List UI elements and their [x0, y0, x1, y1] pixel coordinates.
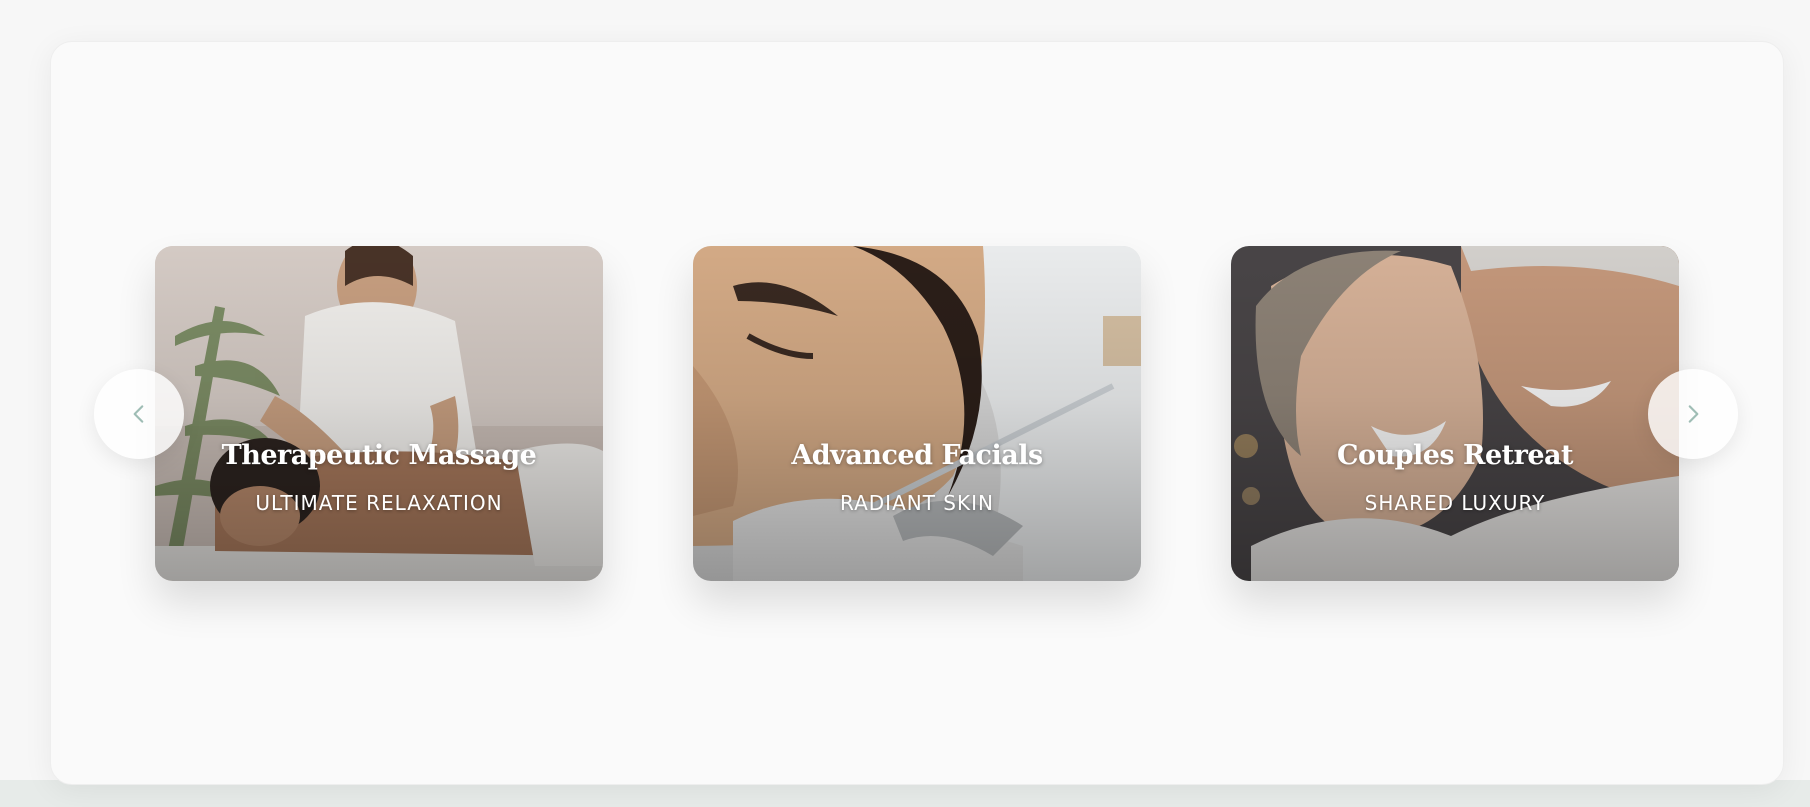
service-card-couples-retreat[interactable]: Couples Retreat SHARED LUXURY — [1231, 246, 1679, 581]
card-title: Therapeutic Massage — [221, 440, 537, 471]
card-overlay — [1231, 246, 1679, 581]
card-subtitle: RADIANT SKIN — [840, 491, 994, 515]
page: Therapeutic Massage ULTIMATE RELAXATION … — [0, 0, 1810, 807]
service-card-advanced-facials[interactable]: Advanced Facials RADIANT SKIN — [693, 246, 1141, 581]
carousel-prev-button[interactable] — [94, 369, 184, 459]
card-overlay — [693, 246, 1141, 581]
card-subtitle: SHARED LUXURY — [1364, 491, 1546, 515]
chevron-right-icon — [1688, 405, 1699, 423]
service-card-therapeutic-massage[interactable]: Therapeutic Massage ULTIMATE RELAXATION — [155, 246, 603, 581]
card-title: Couples Retreat — [1336, 440, 1574, 471]
card-overlay — [155, 246, 603, 581]
card-subtitle: ULTIMATE RELAXATION — [255, 491, 503, 515]
card-title: Advanced Facials — [791, 440, 1043, 471]
chevron-left-icon — [133, 405, 144, 423]
carousel-next-button[interactable] — [1648, 369, 1738, 459]
